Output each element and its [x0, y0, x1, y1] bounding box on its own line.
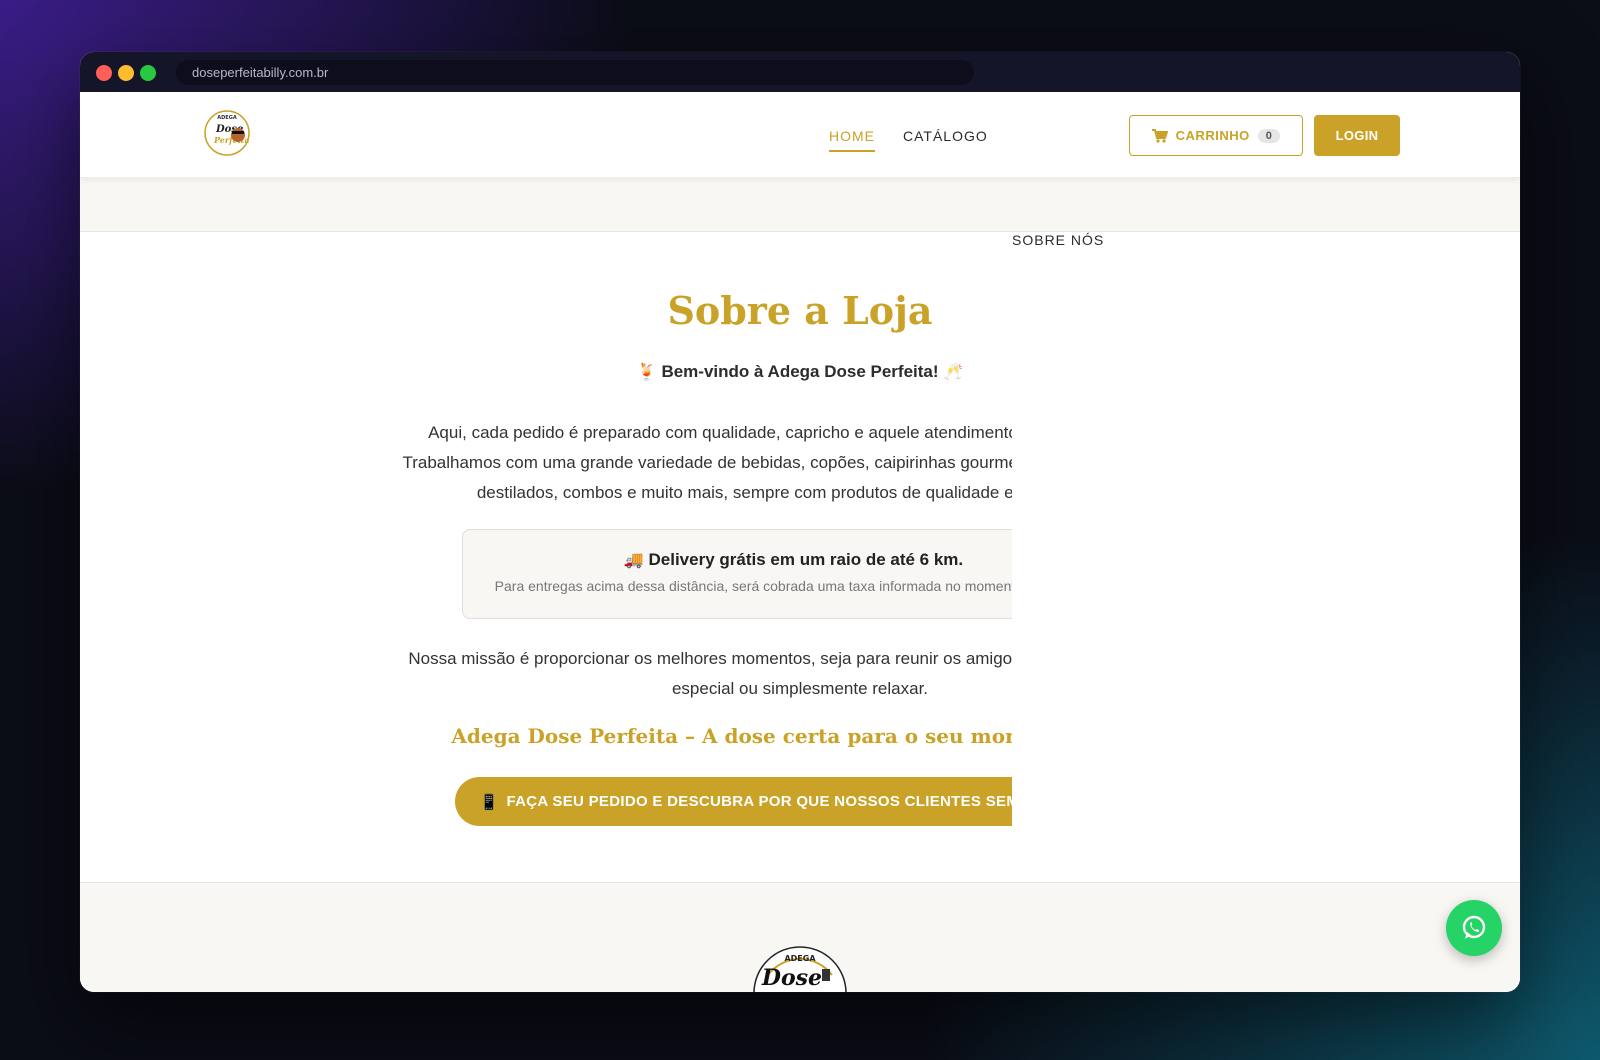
- footer-logo-brand: Dose: [761, 965, 822, 991]
- truck-emoji: 🚚: [623, 552, 644, 569]
- cocktail-emoji: 🍹: [636, 364, 657, 381]
- nav-link-about[interactable]: SOBRE NÓS: [1012, 232, 1520, 882]
- close-window-button[interactable]: [96, 65, 112, 81]
- nav-link-home[interactable]: HOME: [829, 128, 875, 152]
- nav-link-catalog[interactable]: CATÁLOGO: [903, 128, 988, 144]
- minimize-window-button[interactable]: [118, 65, 134, 81]
- maximize-window-button[interactable]: [140, 65, 156, 81]
- slogan-text: Adega Dose Perfeita – A dose certa para …: [451, 724, 1085, 748]
- whatsapp-icon: [1462, 915, 1486, 939]
- previous-section: [80, 178, 1520, 232]
- cart-label: CARRINHO: [1175, 128, 1250, 143]
- whatsapp-button[interactable]: [1446, 900, 1502, 956]
- site-navbar: ADEGA Dose Perfeita HOME CATÁLOGO SOBRE …: [80, 92, 1520, 882]
- delivery-title-text: Delivery grátis em um raio de até 6 km.: [648, 550, 964, 569]
- browser-titlebar: doseperfeitabilly.com.br: [80, 52, 1520, 92]
- cheers-emoji: 🥂: [943, 364, 964, 381]
- cart-button[interactable]: CARRINHO 0: [1129, 115, 1303, 156]
- site-footer: ADEGA Dose: [80, 882, 1520, 992]
- phone-emoji: 📱: [479, 793, 499, 811]
- cart-count-badge: 0: [1257, 128, 1281, 143]
- site-logo[interactable]: ADEGA Dose Perfeita: [200, 108, 254, 158]
- footer-logo: ADEGA Dose: [753, 946, 847, 992]
- browser-window: doseperfeitabilly.com.br ADEGA Dose Perf…: [80, 52, 1520, 992]
- web-page: ADEGA Dose Perfeita HOME CATÁLOGO SOBRE …: [80, 92, 1520, 992]
- address-bar[interactable]: doseperfeitabilly.com.br: [176, 60, 974, 85]
- welcome-text: Bem-vindo à Adega Dose Perfeita!: [661, 362, 939, 381]
- login-button[interactable]: LOGIN: [1314, 115, 1400, 156]
- svg-text:ADEGA: ADEGA: [217, 115, 237, 121]
- footer-logo-top-text: ADEGA: [784, 954, 816, 963]
- cart-icon: [1151, 128, 1168, 143]
